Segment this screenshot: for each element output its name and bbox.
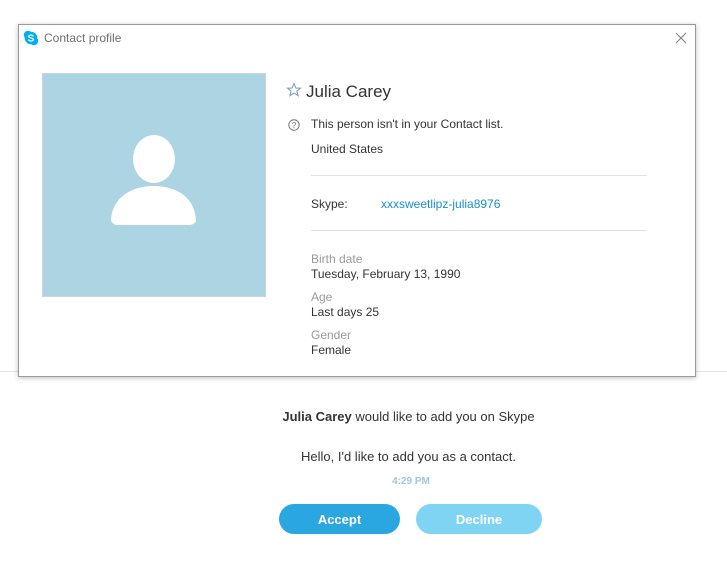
svg-text:?: ? — [292, 121, 297, 130]
star-icon[interactable] — [286, 82, 302, 98]
skype-logo-icon: S — [23, 30, 39, 46]
svg-text:S: S — [28, 34, 35, 45]
gender-value: Female — [311, 343, 352, 357]
requester-name: Julia Carey — [282, 409, 352, 424]
contact-name: Julia Carey — [306, 82, 392, 101]
person-silhouette-icon — [111, 135, 196, 225]
gender-label: Gender — [311, 328, 352, 342]
request-message: Hello, I'd like to add you as a contact. — [301, 449, 516, 464]
decline-button[interactable]: Decline — [416, 504, 542, 534]
birth-date-value: Tuesday, February 13, 1990 — [311, 267, 461, 281]
contact-request-line: Julia Carey would like to add you on Sky… — [0, 409, 727, 424]
avatar — [42, 73, 266, 297]
close-icon[interactable] — [673, 30, 689, 46]
request-timestamp: 4:29 PM — [392, 476, 430, 487]
help-icon: ? — [288, 119, 300, 131]
contact-location: United States — [311, 142, 384, 156]
age-value: Last days 25 — [311, 305, 380, 319]
request-action-text: would like to add you on Skype — [351, 409, 535, 424]
not-in-contact-list-notice: This person isn't in your Contact list. — [311, 117, 504, 131]
age-label: Age — [311, 290, 333, 304]
divider — [311, 230, 647, 231]
accept-button[interactable]: Accept — [279, 504, 400, 534]
contact-profile-dialog: S Contact profile Julia Carey ? This per… — [18, 24, 696, 377]
skype-id-link[interactable]: xxxsweetlipz-julia8976 — [381, 197, 500, 211]
app-window: Julia Carey would like to add you on Sky… — [0, 0, 727, 587]
dialog-title: Contact profile — [44, 31, 122, 45]
birth-date-label: Birth date — [311, 252, 363, 266]
skype-label: Skype: — [311, 197, 348, 211]
divider — [311, 175, 647, 176]
dialog-titlebar[interactable]: S Contact profile — [19, 25, 695, 51]
